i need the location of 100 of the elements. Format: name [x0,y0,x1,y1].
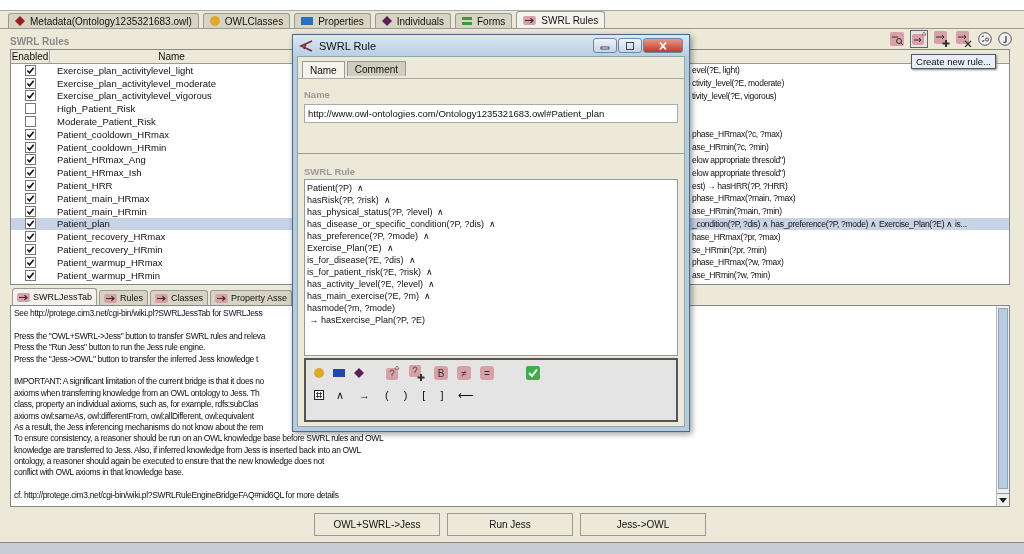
checkbox[interactable] [24,256,36,268]
table-cell[interactable]: Patient_HRmax_Ang [49,153,292,167]
log-line: axioms when transferring knowledge from an OWL ontology to Jess. Th [14,387,260,400]
rule-line: has_preference(?P, ?mode) ∧ [307,230,431,242]
table-cell: est) → hasHRR(?P, ?HRR) [692,180,788,191]
main-tab[interactable]: Individuals [374,13,451,28]
checkbox[interactable] [24,64,36,76]
tab[interactable]: Comment [346,61,407,76]
j-icon[interactable] [998,32,1012,46]
action-button[interactable]: OWL+SWRL->Jess [314,513,440,536]
table-cell[interactable]: Exercise_plan_activitylevel_vigorous [49,89,292,103]
main-tab[interactable]: Properties [294,13,371,28]
symbol-button[interactable]: ⟵ [455,388,478,402]
table-cell[interactable]: Patient_cooldown_HRmax [49,128,292,141]
checkbox[interactable] [24,218,36,230]
log-line: class, property an individual axioms, such as, for example, rdfs:subClas [14,399,259,411]
table-cell: evel(?E, light) [692,65,740,76]
checkbox[interactable] [24,116,36,128]
table-cell[interactable]: Moderate_Patient_Risk [49,115,292,128]
table-cell[interactable]: Patient_recovery_HRmax [49,230,292,244]
table-cell: ctivity_level(?E, moderate) [692,78,785,89]
checkbox[interactable] [24,167,36,179]
arrow-icon [523,15,537,25]
log-line: IMPORTANT: A significant limitation of the current bridge is that it does no [14,376,264,388]
table-cell[interactable]: Patient_warmup_HRmin [49,268,292,282]
scrollbar[interactable] [996,306,1009,506]
symbol-button[interactable]: [ [419,389,429,401]
main-tab[interactable]: SWRL Rules [516,11,606,28]
checkbox[interactable] [24,192,36,204]
tab[interactable]: Rules [99,290,149,305]
close-icon [658,41,668,50]
rule-editor[interactable] [304,179,678,356]
log-line: As a result, the Jess inferencing mechanisms do not know about the rem [14,421,264,434]
checkbox[interactable] [24,205,36,217]
checkbox[interactable] [24,269,36,281]
table-cell[interactable]: Patient_recovery_HRmin [49,243,292,256]
log-line: conflict with OWL axioms in that knowledge base. [14,467,184,479]
tab[interactable]: Classes [150,290,209,305]
symbol-button[interactable]: → [356,389,373,401]
checkbox[interactable] [24,90,36,102]
main-tab[interactable]: OWLClasses [202,13,291,28]
diamond-icon[interactable] [354,368,364,378]
table-cell: se_HRmin(?pr, ?min) [692,244,767,255]
table-cell[interactable]: High_Patient_Risk [49,102,292,116]
table-cell[interactable]: Patient_HRmax_Ish [49,166,292,180]
checkbox[interactable] [24,141,36,153]
log-line: ontology, a reasoner should again be executed to ensure that the new knowledge does not [14,456,325,468]
rule-line: has_physical_status(?P, ?level) ∧ [307,206,446,218]
variable-add-icon[interactable] [409,365,425,381]
log-line: Press the "OWL+SWRL->Jess" button to transfer SWRL rules and releva [14,330,266,343]
checkmark-icon[interactable] [526,366,540,380]
checkbox[interactable] [24,231,36,243]
form-icon [462,16,472,26]
log-line: To ensure consistency, a reasoner should be run on an OWL knowledge base before SWRL rules and OWL [14,433,384,445]
tooltip: Create new rule... [911,54,996,69]
log-line: See http://protege.cim3.net/cgi-bin/wiki.pl?SWRLJessTab for SWRLJess [14,308,263,320]
grid-icon[interactable] [314,390,324,400]
table-cell[interactable]: Patient_plan [49,217,292,231]
symbol-button[interactable]: ( [382,389,392,401]
action-button[interactable]: Run Jess [447,513,573,536]
log-line: axioms owl:sameAs, owl:differentFrom, owl:allDifferent, owl:equivalent [14,410,254,422]
table-cell[interactable]: Patient_cooldown_HRmin [49,140,292,154]
symbol-button[interactable]: ) [400,389,411,401]
checkbox[interactable] [24,77,36,89]
name-field[interactable]: http://www.owl-ontologies.com/Ontology1235321683.owl#Patient_plan [304,104,678,123]
maximize-icon [625,41,635,50]
table-cell[interactable]: Patient_main_HRmax [49,191,292,205]
symbol-button[interactable]: ] [437,389,447,401]
table-cell[interactable]: Patient_main_HRmin [49,204,292,218]
tab[interactable]: Property Asse [210,290,293,305]
checkbox[interactable] [24,103,36,115]
main-tab[interactable]: Forms [455,13,513,28]
table-cell[interactable]: Patient_warmup_HRmax [49,255,292,269]
diamond-icon [381,16,392,26]
down-arrow-icon[interactable] [999,497,1007,503]
rule-line: is_for_disease(?E, ?dis) ∧ [307,254,417,266]
checkbox[interactable] [24,244,36,256]
table-cell[interactable]: Patient_HRR [49,179,292,192]
rectangle-icon [301,17,314,25]
checkbox[interactable] [24,128,36,140]
checkbox[interactable] [24,180,36,192]
palette-button[interactable]: = [480,366,494,380]
symbol-button[interactable]: ∧ [333,388,347,402]
palette-button[interactable]: B [434,366,448,380]
tab[interactable]: SWRLJessTab [12,288,98,305]
tab[interactable]: Name [302,61,345,78]
rule-line: → hasExercise_Plan(?P, ?E) [308,314,426,326]
action-button[interactable]: Jess->OWL [580,513,706,536]
main-tab[interactable]: Metadata(Ontology1235321683.owl) [8,13,199,28]
close-button[interactable] [643,38,683,53]
column-header: Enabled [11,50,50,63]
maximize-button[interactable] [618,38,642,53]
table-cell[interactable]: Exercise_plan_activitylevel_light [49,64,292,77]
section-label: Name [304,89,331,100]
rule-line: Exercise_Plan(?E) ∧ [307,242,395,254]
checkbox[interactable] [24,154,36,166]
arrow-icon [215,293,229,303]
palette-button[interactable]: ≠ [457,366,471,380]
variable-icon[interactable] [386,366,400,380]
table-cell[interactable]: Exercise_plan_activitylevel_moderate [49,76,292,90]
